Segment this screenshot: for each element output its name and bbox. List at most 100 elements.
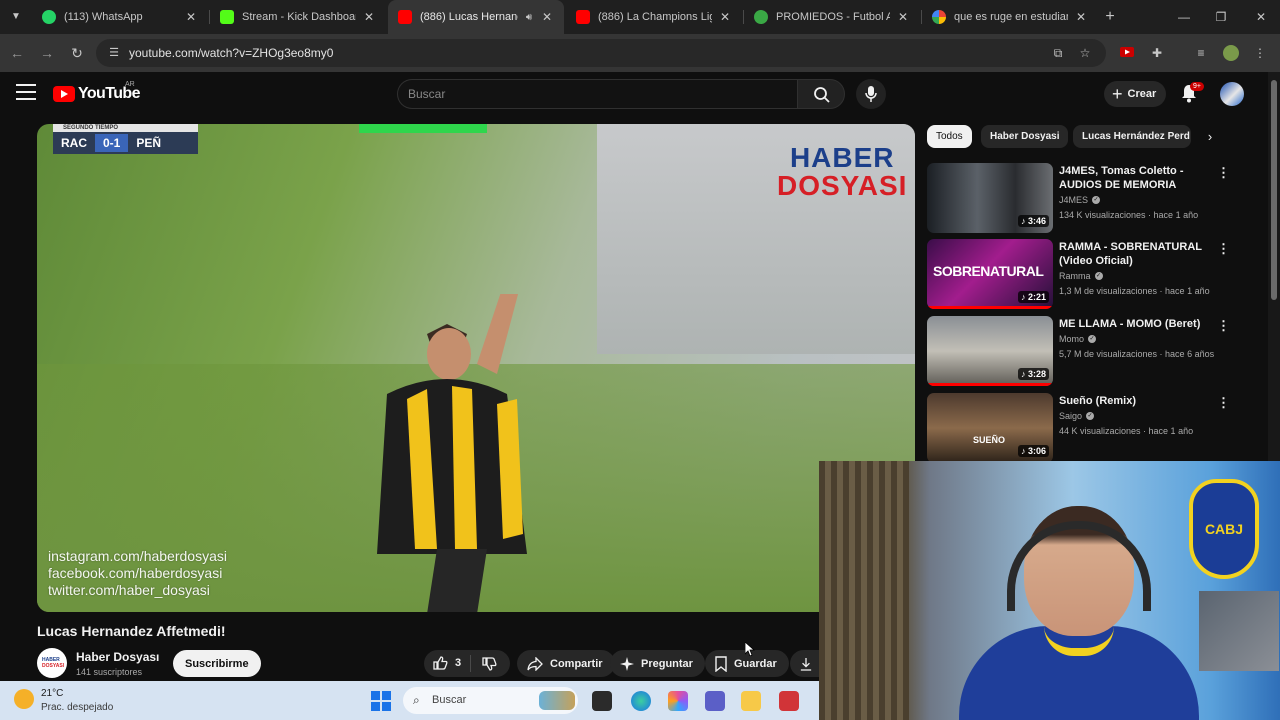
chrome-menu-icon[interactable]: ⋮ bbox=[1250, 43, 1270, 63]
tab-close-icon[interactable]: ✕ bbox=[896, 10, 910, 24]
chevron-right-icon[interactable]: › bbox=[1203, 130, 1217, 144]
bookmark-star-icon[interactable]: ☆ bbox=[1077, 45, 1093, 61]
chip-lucas-hernandez[interactable]: Lucas Hernández Perd bbox=[1073, 125, 1191, 148]
chip-all[interactable]: Todos bbox=[927, 125, 972, 148]
youtube-extension-icon[interactable] bbox=[1117, 43, 1137, 63]
tab-close-icon[interactable]: ✕ bbox=[718, 10, 732, 24]
youtube-icon bbox=[576, 10, 590, 24]
recommendation-title[interactable]: ME LLAMA - MOMO (Beret) bbox=[1059, 317, 1209, 331]
tab-kick-dashboard[interactable]: Stream - Kick Dashboard ✕ bbox=[210, 0, 386, 34]
extensions-icon[interactable]: ✚ bbox=[1147, 43, 1167, 63]
tab-close-icon[interactable]: ✕ bbox=[184, 10, 198, 24]
file-explorer-icon[interactable] bbox=[741, 691, 761, 711]
notification-count-badge: 9+ bbox=[1190, 82, 1204, 91]
recommendation-title[interactable]: RAMMA - SOBRENATURAL (Video Oficial) bbox=[1059, 240, 1209, 268]
tab-close-icon[interactable]: ✕ bbox=[540, 10, 554, 24]
url-text[interactable]: youtube.com/watch?v=ZHOg3eo8my0 bbox=[129, 46, 333, 60]
create-button[interactable]: + Crear bbox=[1104, 81, 1167, 107]
recommendation-channel[interactable]: Saigo ✓ bbox=[1059, 411, 1095, 421]
tab-promiedos[interactable]: PROMIEDOS - Futbol Argen ✕ bbox=[744, 0, 920, 34]
tab-search-menu-icon[interactable]: ▼ bbox=[6, 7, 26, 27]
tab-google-search[interactable]: que es ruge en estudiantes ✕ bbox=[922, 0, 1098, 34]
more-options-icon[interactable]: ⋮ bbox=[1217, 165, 1230, 181]
tab-close-icon[interactable]: ✕ bbox=[362, 10, 376, 24]
more-options-icon[interactable]: ⋮ bbox=[1217, 241, 1230, 257]
install-app-icon[interactable]: ⧉ bbox=[1050, 45, 1066, 61]
whatsapp-icon bbox=[42, 10, 56, 24]
teams-icon[interactable] bbox=[705, 691, 725, 711]
video-thumbnail[interactable]: ♪ 3:46 bbox=[927, 163, 1053, 233]
tab-youtube-champions[interactable]: (886) La Champions Liga - ✕ bbox=[566, 0, 742, 34]
video-thumbnail[interactable]: SOBRENATURAL ♪ 2:21 bbox=[927, 239, 1053, 309]
watch-progress-bar bbox=[927, 306, 1053, 309]
voice-search-button[interactable] bbox=[856, 79, 886, 109]
profile-avatar-icon[interactable] bbox=[1221, 43, 1241, 63]
reload-icon[interactable]: ↻ bbox=[66, 42, 88, 64]
tab-title: PROMIEDOS - Futbol Argen bbox=[776, 11, 890, 23]
chip-haber-dosyasi[interactable]: Haber Dosyasi bbox=[981, 125, 1069, 148]
like-icon[interactable] bbox=[432, 655, 448, 671]
page-scrollbar[interactable] bbox=[1268, 72, 1280, 462]
task-view-icon[interactable] bbox=[592, 691, 612, 711]
search-input[interactable] bbox=[408, 87, 788, 101]
recommendation-item[interactable]: SUEÑO ♪ 3:06 Sueño (Remix) Saigo ✓ 44 K v… bbox=[927, 393, 1257, 463]
channel-name[interactable]: Haber Dosyası bbox=[76, 650, 159, 664]
ask-button[interactable]: Preguntar bbox=[610, 650, 705, 677]
recommendation-item[interactable]: SOBRENATURAL ♪ 2:21 RAMMA - SOBRENATURAL… bbox=[927, 239, 1257, 309]
copilot-icon[interactable] bbox=[668, 691, 688, 711]
recommendation-item[interactable]: ♪ 3:28 ME LLAMA - MOMO (Beret) Momo ✓ 5,7… bbox=[927, 316, 1257, 386]
account-avatar[interactable] bbox=[1220, 82, 1244, 106]
close-window-icon[interactable]: ✕ bbox=[1250, 6, 1272, 28]
back-icon[interactable]: ← bbox=[6, 42, 28, 64]
more-options-icon[interactable]: ⋮ bbox=[1217, 395, 1230, 411]
google-icon bbox=[932, 10, 946, 24]
windows-start-icon[interactable] bbox=[371, 691, 391, 711]
subscribe-button[interactable]: Suscribirme bbox=[173, 650, 261, 677]
guide-menu-icon[interactable] bbox=[16, 84, 36, 102]
recommendation-item[interactable]: ♪ 3:46 J4MES, Tomas Coletto - AUDIOS DE … bbox=[927, 163, 1257, 233]
video-thumbnail[interactable]: SUEÑO ♪ 3:06 bbox=[927, 393, 1053, 463]
new-tab-button[interactable]: + bbox=[1100, 7, 1120, 27]
address-bar[interactable]: ☰ youtube.com/watch?v=ZHOg3eo8my0 ⧉ ☆ bbox=[96, 39, 1106, 67]
store-app-icon[interactable] bbox=[779, 691, 799, 711]
weather-sun-icon[interactable] bbox=[14, 689, 34, 709]
forward-icon[interactable]: → bbox=[36, 42, 58, 64]
plus-icon: + bbox=[1112, 84, 1123, 104]
more-options-icon[interactable]: ⋮ bbox=[1217, 318, 1230, 334]
taskbar-search[interactable]: ⌕ Buscar bbox=[403, 687, 578, 714]
scrollbar-thumb[interactable] bbox=[1271, 80, 1277, 300]
restore-icon[interactable]: ❐ bbox=[1210, 6, 1232, 28]
recommendation-meta: 44 K visualizaciones · hace 1 año bbox=[1059, 426, 1194, 436]
youtube-logo[interactable]: YouTube AR bbox=[53, 81, 140, 103]
speaker-icon[interactable]: 🔊︎ bbox=[524, 12, 534, 23]
minimize-icon[interactable]: — bbox=[1173, 6, 1195, 28]
taskbar-search-icon: ⌕ bbox=[413, 693, 420, 707]
edge-icon[interactable] bbox=[631, 691, 651, 711]
video-thumbnail[interactable]: ♪ 3:28 bbox=[927, 316, 1053, 386]
video-player[interactable]: SEGUNDO TIEMPO RAC 0-1 PEÑ HABER DOSYASI… bbox=[37, 124, 915, 612]
channel-avatar[interactable]: HABER DOSYASI bbox=[37, 648, 67, 678]
tab-title: (886) Lucas Hernandez bbox=[420, 11, 518, 23]
recommendation-channel[interactable]: Momo ✓ bbox=[1059, 334, 1097, 344]
tab-whatsapp[interactable]: (113) WhatsApp ✕ bbox=[32, 0, 208, 34]
weather-description[interactable]: Prac. despejado bbox=[41, 702, 113, 713]
search-button[interactable] bbox=[797, 79, 845, 109]
dislike-icon[interactable] bbox=[481, 656, 497, 672]
kick-icon bbox=[220, 10, 234, 24]
recommendation-channel[interactable]: J4MES ✓ bbox=[1059, 195, 1101, 205]
recommendation-channel[interactable]: Ramma ✓ bbox=[1059, 271, 1103, 281]
weather-temperature[interactable]: 21°C bbox=[41, 688, 63, 699]
share-button[interactable]: Compartir bbox=[517, 650, 615, 677]
recommendation-title[interactable]: Sueño (Remix) bbox=[1059, 394, 1209, 408]
media-controls-icon[interactable]: ≡ bbox=[1191, 43, 1211, 63]
picture-frames bbox=[1199, 591, 1279, 671]
watch-progress-bar bbox=[927, 383, 1053, 386]
download-button[interactable] bbox=[790, 650, 819, 677]
recommendation-meta: 5,7 M de visualizaciones · hace 6 años bbox=[1059, 349, 1215, 359]
site-info-icon[interactable]: ☰ bbox=[106, 45, 122, 61]
country-code: AR bbox=[125, 81, 135, 88]
recommendation-title[interactable]: J4MES, Tomas Coletto - AUDIOS DE MEMORIA… bbox=[1059, 164, 1209, 194]
tab-youtube-lucas-hernandez[interactable]: (886) Lucas Hernandez 🔊︎ ✕ bbox=[388, 0, 564, 34]
ask-label: Preguntar bbox=[641, 657, 693, 670]
tab-close-icon[interactable]: ✕ bbox=[1074, 10, 1088, 24]
